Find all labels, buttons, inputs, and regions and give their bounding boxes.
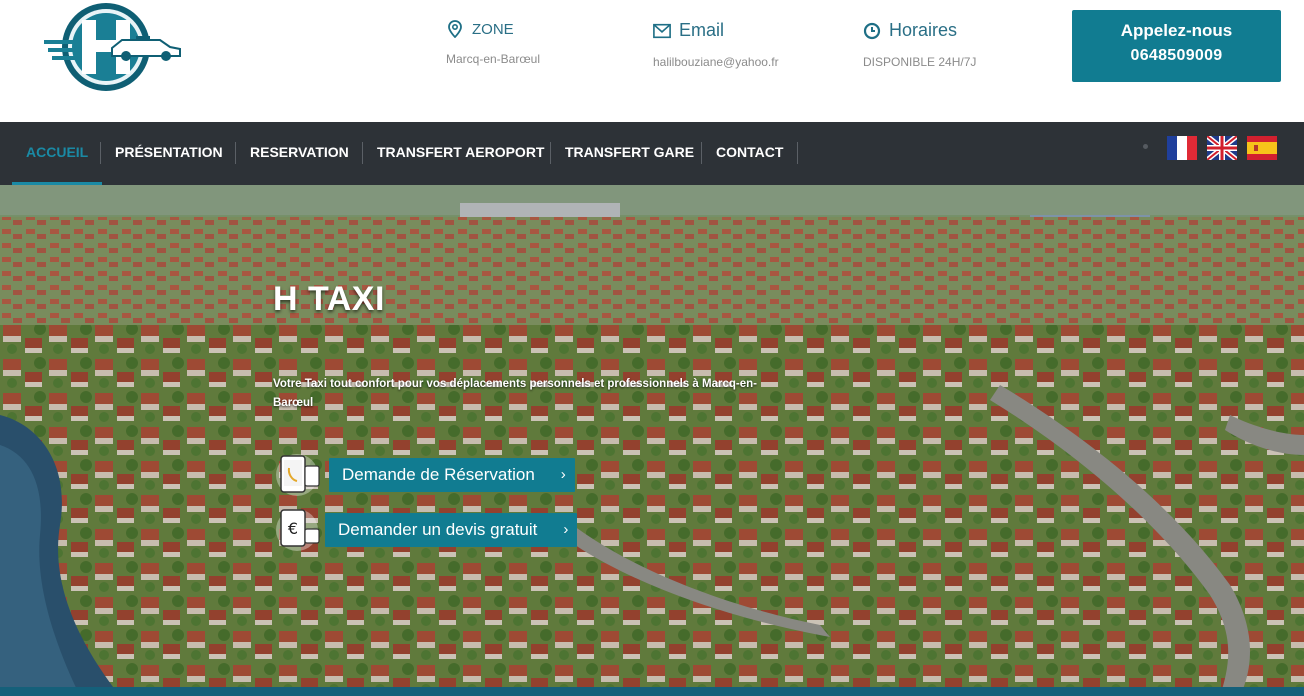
nav-item-reservation[interactable]: RESERVATION [250,122,349,185]
quote-request-label: Demander un devis gratuit [338,520,538,539]
call-us-label: Appelez-nous [1120,21,1233,40]
nav-divider [362,142,363,164]
email-value[interactable]: halilbouziane@yahoo.fr [653,55,779,69]
call-us-phone: 0648509009 [1130,47,1223,64]
clock-icon [863,22,881,39]
nav-item-presentation[interactable]: PRÉSENTATION [115,122,223,185]
h-taxi-logo[interactable] [40,0,185,100]
email-info: Email halilbouziane@yahoo.fr [653,20,779,69]
hero-bottom-bar [0,687,1304,696]
svg-text:€: € [288,519,298,538]
chevron-right-icon: › [563,521,569,538]
email-label: Email [679,20,725,40]
aerial-town-image [0,185,1304,696]
nav-divider [235,142,236,164]
main-navigation: ACCUEIL PRÉSENTATION RESERVATION TRANSFE… [0,122,1304,185]
site-header: ZONE Marcq-en-Barœul Email halilbouziane… [0,0,1304,122]
hero-title: H TAXI [273,280,385,318]
nav-dot [1143,144,1148,149]
nav-item-accueil[interactable]: ACCUEIL [12,122,103,185]
hours-value: DISPONIBLE 24H/7J [863,55,977,69]
hours-info: Horaires DISPONIBLE 24H/7J [863,20,976,69]
zone-value: Marcq-en-Barœul [446,52,541,66]
zone-info: ZONE Marcq-en-Barœul [446,20,540,66]
hero-description: Votre Taxi tout confort pour vos déplace… [273,378,757,409]
reservation-request-label: Demande de Réservation [342,465,535,484]
nav-item-transfert-gare[interactable]: TRANSFERT GARE [565,122,694,185]
hours-label: Horaires [889,20,958,40]
hero-banner: H TAXI Votre Taxi tout confort pour vos … [0,185,1304,696]
envelope-icon [653,23,671,38]
nav-divider [550,142,551,164]
call-us-button[interactable]: Appelez-nous 0648509009 [1072,10,1281,82]
nav-divider [100,142,101,164]
chevron-right-icon: › [560,466,566,483]
euro-quote-icon: € [275,505,325,555]
french-flag[interactable] [1167,136,1197,160]
reservation-request-button[interactable]: Demande de Réservation › [329,458,575,492]
reservation-cta[interactable]: Demande de Réservation › [275,450,575,500]
nav-divider [701,142,702,164]
uk-flag[interactable] [1207,136,1237,160]
quote-cta[interactable]: € Demander un devis gratuit › [275,505,578,555]
spanish-flag[interactable] [1247,136,1277,160]
nav-divider [797,142,798,164]
quote-request-button[interactable]: Demander un devis gratuit › [325,513,578,547]
nav-item-transfert-aeroport[interactable]: TRANSFERT AEROPORT [377,122,544,185]
zone-label: ZONE [472,20,514,38]
nav-item-contact[interactable]: CONTACT [716,122,783,185]
phone-reservation-icon [275,450,325,500]
location-pin-icon [448,20,462,38]
